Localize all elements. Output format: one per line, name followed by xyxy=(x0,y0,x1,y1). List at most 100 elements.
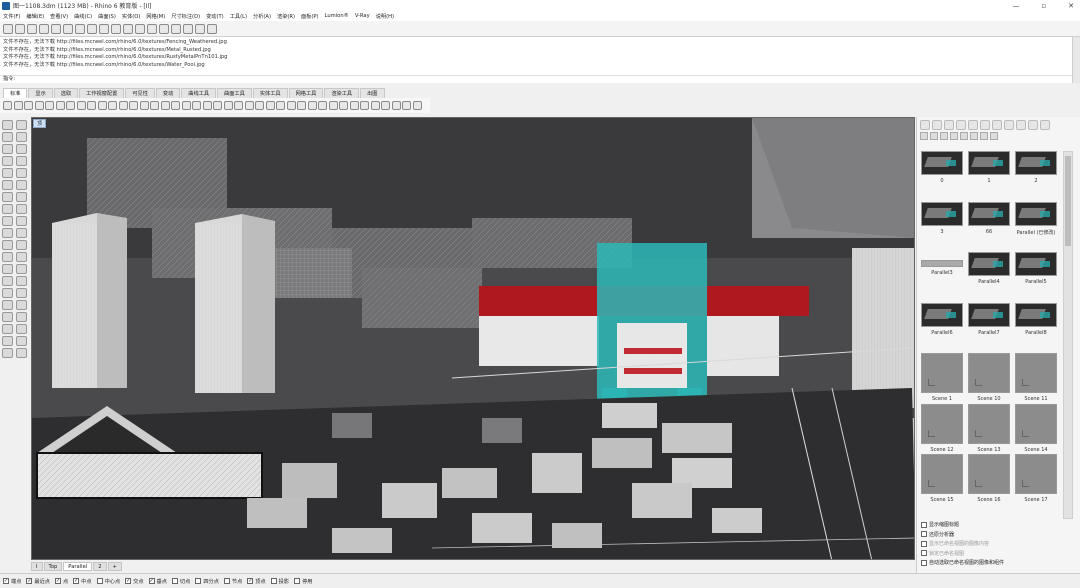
named-view-thumbnail[interactable]: 66 xyxy=(967,201,1011,253)
osnap-option[interactable]: 节点 xyxy=(223,578,242,585)
menu-item[interactable]: 实体(O) xyxy=(122,13,141,20)
close-button[interactable]: ✕ xyxy=(1068,2,1074,10)
standard-tool-icon[interactable] xyxy=(286,101,296,110)
panel-tab-icon[interactable] xyxy=(956,120,966,130)
standard-tool-icon[interactable] xyxy=(307,101,317,110)
toolbar-tab[interactable]: 显示 xyxy=(28,88,53,98)
menu-item[interactable]: 分析(A) xyxy=(253,13,271,20)
left-tool-icon[interactable] xyxy=(2,192,13,202)
standard-tool-icon[interactable] xyxy=(381,101,390,110)
menu-item[interactable]: 面板(P) xyxy=(301,13,319,20)
left-tool-icon[interactable] xyxy=(2,216,13,226)
panel-tool-icon[interactable] xyxy=(940,132,948,140)
left-tool-icon[interactable] xyxy=(2,264,13,274)
standard-tool-icon[interactable] xyxy=(349,101,359,110)
menu-item[interactable]: 变动(T) xyxy=(206,13,224,20)
panel-tool-icon[interactable] xyxy=(980,132,988,140)
left-tool-icon[interactable] xyxy=(2,240,13,250)
toolbar-tool-icon[interactable] xyxy=(51,23,61,34)
osnap-option[interactable]: 中心点 xyxy=(96,578,120,585)
panel-tab-icon[interactable] xyxy=(968,120,978,130)
left-tool-icon[interactable] xyxy=(16,312,27,322)
toolbar-tool-icon[interactable] xyxy=(75,23,85,34)
toolbar-tool-icon[interactable] xyxy=(87,23,97,34)
standard-tool-icon[interactable] xyxy=(391,101,401,110)
osnap-option[interactable]: 交点 xyxy=(125,578,144,585)
viewport-tab[interactable]: Parallel xyxy=(63,561,93,571)
toolbar-tool-icon[interactable] xyxy=(99,23,109,34)
left-tool-icon[interactable] xyxy=(2,300,13,310)
panel-tool-icon[interactable] xyxy=(990,132,998,140)
standard-tool-icon[interactable] xyxy=(223,101,233,110)
left-tool-icon[interactable] xyxy=(16,204,27,214)
toolbar-tab[interactable]: 渲染工具 xyxy=(324,88,360,98)
standard-tool-icon[interactable] xyxy=(97,101,107,110)
named-view-thumbnail[interactable]: Parallel8 xyxy=(1014,302,1058,354)
panel-option[interactable]: 显示已命名视图的图像内容 xyxy=(921,539,1077,549)
osnap-checkbox[interactable] xyxy=(294,578,301,584)
left-tool-icon[interactable] xyxy=(2,120,13,130)
osnap-option[interactable]: 中点 xyxy=(73,578,92,585)
standard-tool-icon[interactable] xyxy=(13,101,23,110)
standard-tool-icon[interactable] xyxy=(118,101,128,110)
menu-item[interactable]: 查看(V) xyxy=(50,13,68,20)
named-view-thumbnail[interactable]: Scene 13 xyxy=(967,403,1011,455)
panel-tab-icon[interactable] xyxy=(944,120,954,130)
standard-tool-icon[interactable] xyxy=(150,101,159,110)
menu-item[interactable]: Lumion® xyxy=(325,13,349,19)
panel-tab-icon[interactable] xyxy=(932,120,942,130)
toolbar-tab[interactable]: 出图 xyxy=(360,88,385,98)
toolbar-tool-icon[interactable] xyxy=(123,23,133,34)
named-view-thumbnail[interactable]: Parallel (已修改) xyxy=(1014,201,1058,253)
standard-tool-icon[interactable] xyxy=(360,101,369,110)
named-view-thumbnail[interactable]: Scene 17 xyxy=(1014,454,1058,505)
command-scrollbar[interactable] xyxy=(1072,37,1080,83)
standard-tool-icon[interactable] xyxy=(24,101,33,110)
toolbar-tool-icon[interactable] xyxy=(171,23,181,34)
osnap-checkbox[interactable] xyxy=(125,578,132,584)
panel-option-checkbox[interactable] xyxy=(921,540,927,547)
left-tool-icon[interactable] xyxy=(2,156,13,166)
named-view-thumbnail[interactable]: Scene 14 xyxy=(1014,403,1058,455)
named-view-thumbnail[interactable]: Scene 16 xyxy=(967,454,1011,505)
named-view-thumbnail[interactable]: 2 xyxy=(1014,151,1058,202)
named-view-thumbnail[interactable]: Parallel6 xyxy=(920,302,964,354)
panel-option[interactable]: 自动选取已命名视图的图像和组件 xyxy=(921,558,1077,568)
viewport-label[interactable]: 顶 xyxy=(33,119,47,128)
panel-tab-icon[interactable] xyxy=(980,120,990,130)
standard-tool-icon[interactable] xyxy=(87,101,96,110)
osnap-checkbox[interactable] xyxy=(270,578,277,584)
toolbar-tool-icon[interactable] xyxy=(15,23,25,34)
menu-item[interactable]: 尺寸标注(D) xyxy=(171,13,200,20)
osnap-option[interactable]: 垂点 xyxy=(148,578,167,585)
standard-tool-icon[interactable] xyxy=(192,101,201,110)
toolbar-tool-icon[interactable] xyxy=(27,23,37,34)
toolbar-tab[interactable]: 选取 xyxy=(53,88,79,98)
toolbar-tool-icon[interactable] xyxy=(159,23,169,34)
left-tool-icon[interactable] xyxy=(16,120,27,130)
left-tool-icon[interactable] xyxy=(16,192,27,202)
osnap-option[interactable]: 最近点 xyxy=(26,578,50,585)
menu-item[interactable]: 渲染(R) xyxy=(277,13,295,20)
standard-tool-icon[interactable] xyxy=(370,101,380,110)
osnap-option[interactable]: 投影 xyxy=(270,578,289,585)
named-view-thumbnail[interactable]: Parallel3 xyxy=(920,252,964,303)
standard-tool-icon[interactable] xyxy=(139,101,149,110)
osnap-checkbox[interactable] xyxy=(26,578,33,584)
standard-tool-icon[interactable] xyxy=(318,101,327,110)
standard-tool-icon[interactable] xyxy=(171,101,180,110)
osnap-option[interactable]: 四分点 xyxy=(195,578,219,585)
command-prompt[interactable]: 指令: xyxy=(0,75,1072,83)
toolbar-tool-icon[interactable] xyxy=(207,23,217,34)
left-tool-icon[interactable] xyxy=(16,348,27,358)
named-view-thumbnail[interactable]: Parallel5 xyxy=(1014,252,1058,303)
left-tool-icon[interactable] xyxy=(16,324,27,334)
panel-tab-icon[interactable] xyxy=(1016,120,1026,130)
osnap-option[interactable]: 点 xyxy=(54,578,68,585)
menu-item[interactable]: 网格(M) xyxy=(146,13,165,20)
standard-tool-icon[interactable] xyxy=(244,101,254,110)
standard-tool-icon[interactable] xyxy=(213,101,222,110)
left-tool-icon[interactable] xyxy=(2,132,13,142)
standard-tool-icon[interactable] xyxy=(181,101,191,110)
viewport-tab[interactable]: + xyxy=(107,561,122,571)
